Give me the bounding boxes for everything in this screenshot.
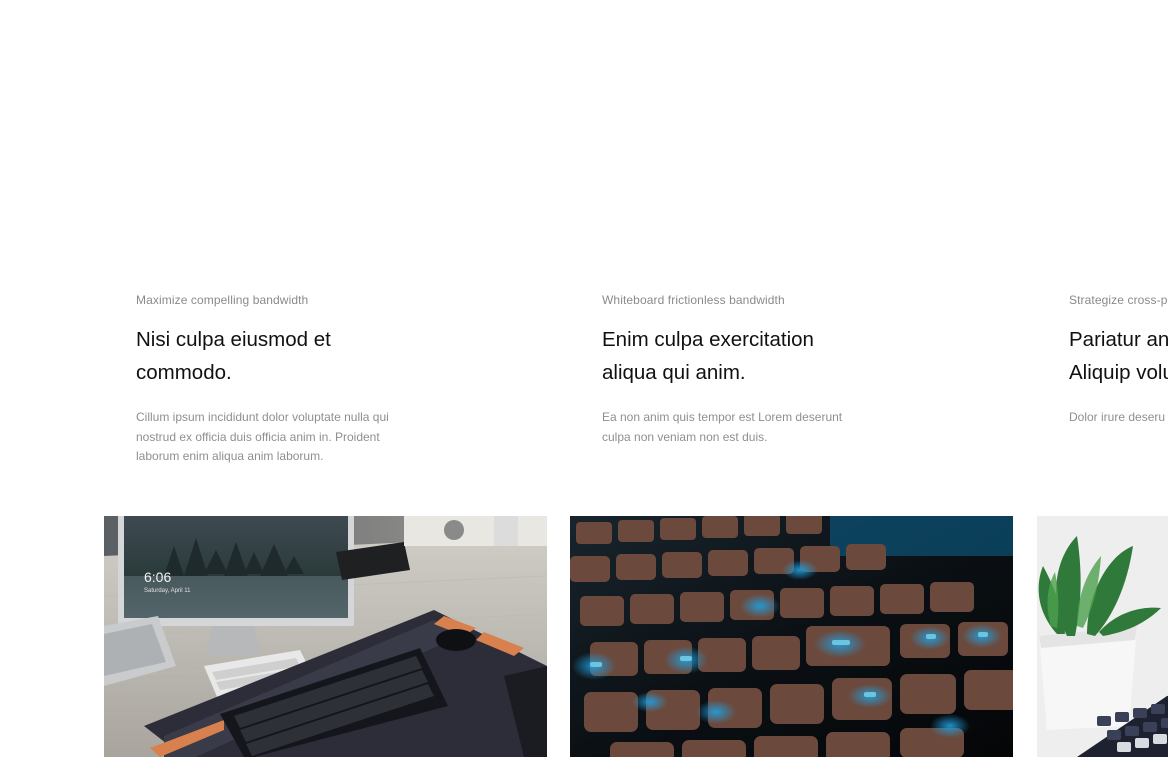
plant-and-keyboard-photo[interactable]: [1037, 516, 1168, 757]
backlit-keyboard-photo[interactable]: [570, 516, 1013, 757]
monitor-date: Saturday, April 11: [144, 588, 191, 594]
card-eyebrow: Whiteboard frictionless bandwidth: [602, 293, 785, 307]
desk-setup-photo[interactable]: 6:06 Saturday, April 11: [104, 516, 547, 757]
feature-card[interactable]: Whiteboard frictionless bandwidth Enim c…: [570, 0, 1013, 757]
card-eyebrow: Strategize cross-p: [1069, 293, 1168, 307]
feature-card[interactable]: Maximize compelling bandwidth Nisi culpa…: [104, 0, 547, 757]
card-description: Ea non anim quis tempor est Lorem deseru…: [602, 410, 843, 444]
monitor-clock: 6:06: [144, 569, 171, 585]
card-description: Dolor irure deseru occaecat officia o ei…: [1069, 410, 1168, 424]
card-description: Cillum ipsum incididunt dolor voluptate …: [136, 410, 389, 463]
cards-carousel: Maximize compelling bandwidth Nisi culpa…: [0, 0, 1168, 757]
card-eyebrow: Maximize compelling bandwidth: [136, 293, 309, 307]
card-title[interactable]: Pariatur an Aliquip volu: [1069, 323, 1168, 389]
feature-card[interactable]: Strategize cross-p Pariatur an Aliquip v…: [1037, 0, 1168, 757]
card-title[interactable]: Enim culpa exercitation aliqua qui anim.: [602, 323, 872, 389]
card-title[interactable]: Nisi culpa eiusmod et commodo.: [136, 323, 406, 389]
